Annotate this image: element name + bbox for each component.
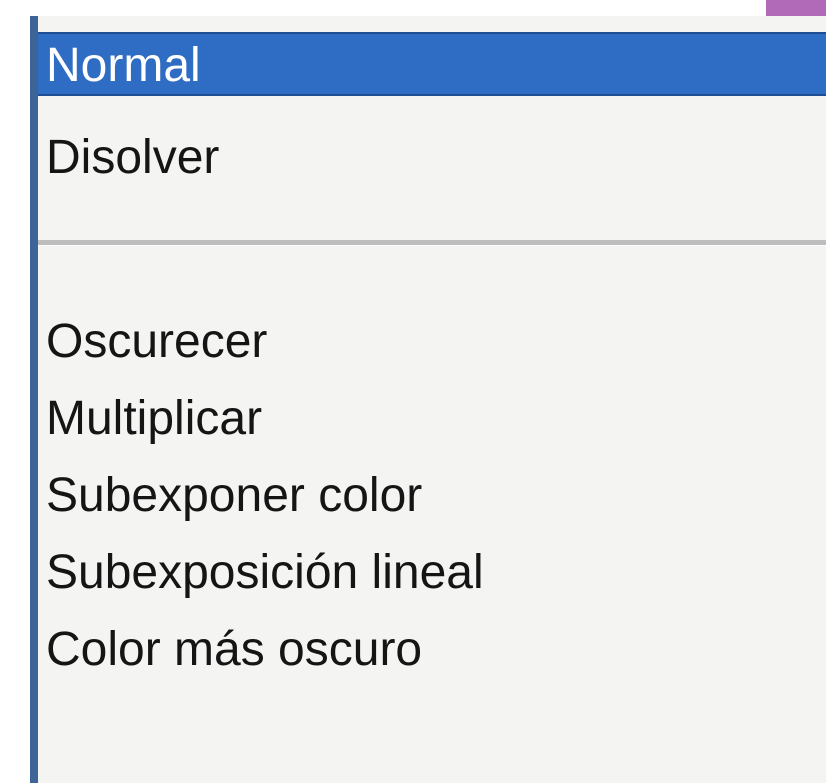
menu-separator [38, 234, 826, 250]
window-corner-accent [766, 0, 826, 16]
menu-separator-line [38, 240, 826, 246]
blend-mode-option-subexponer-color[interactable]: Subexponer color [38, 464, 826, 528]
blend-mode-option-subexposicion-lineal[interactable]: Subexposición lineal [38, 541, 826, 605]
blend-mode-dropdown-list[interactable]: Normal Disolver Oscurecer Multiplicar Su… [30, 16, 826, 783]
blend-mode-option-normal[interactable]: Normal [38, 32, 826, 96]
blend-mode-option-disolver[interactable]: Disolver [38, 126, 826, 190]
blend-mode-option-oscurecer[interactable]: Oscurecer [38, 310, 826, 374]
blend-mode-option-color-mas-oscuro[interactable]: Color más oscuro [38, 618, 826, 682]
screenshot-stage: Normal Disolver Oscurecer Multiplicar Su… [0, 0, 826, 783]
blend-mode-option-multiplicar[interactable]: Multiplicar [38, 387, 826, 451]
